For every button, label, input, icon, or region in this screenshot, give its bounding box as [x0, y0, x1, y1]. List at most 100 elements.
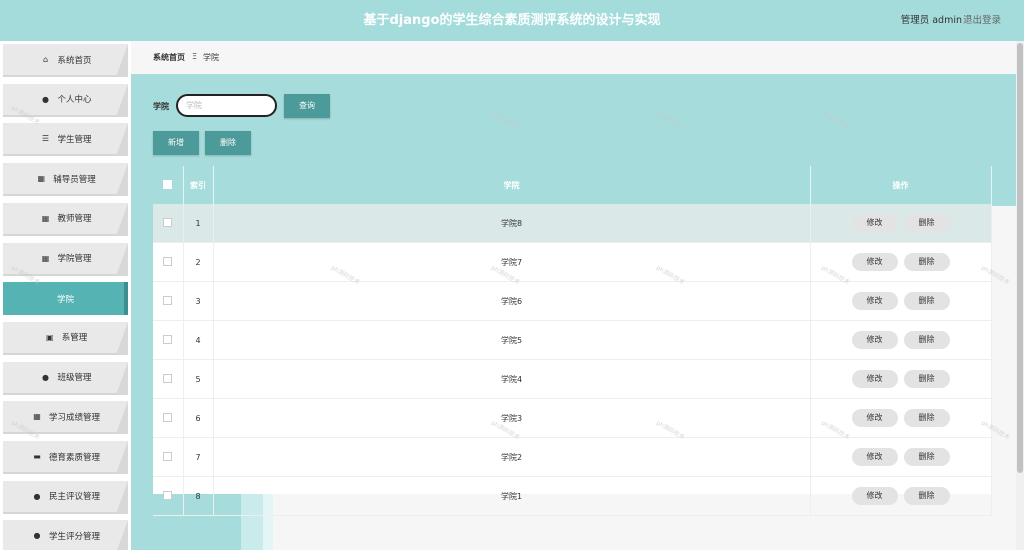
sidebar-item[interactable]: ▦ 辅导员管理 [3, 163, 128, 197]
row-select-cell[interactable] [153, 204, 184, 243]
sidebar-item[interactable]: ▬ 德育素质管理 [3, 441, 128, 474]
table-row[interactable]: 4 学院5 修改 删除 [153, 320, 992, 360]
sliders-icon: ☰ [41, 134, 50, 144]
row-actions: 修改 删除 [810, 359, 992, 399]
breadcrumb-home[interactable]: 系统首页 [153, 52, 185, 63]
search-button[interactable]: 查询 [284, 94, 330, 118]
row-delete-button[interactable]: 删除 [903, 331, 950, 349]
row-actions: 修改 删除 [810, 476, 992, 516]
row-index: 5 [183, 359, 214, 399]
row-select-cell[interactable] [153, 320, 184, 360]
row-select-cell[interactable] [153, 437, 184, 477]
edit-button[interactable]: 修改 [851, 487, 898, 505]
table-row[interactable]: 1 学院8 修改 删除 [153, 204, 992, 243]
page-scrollbar[interactable] [1016, 41, 1024, 550]
grid-icon: ▦ [33, 412, 41, 422]
select-all-cell[interactable] [153, 166, 184, 204]
sidebar-item-label: 民主评议管理 [48, 492, 100, 503]
sidebar: ⌂ 系统首页 ● 个人中心 ☰ 学生管理 ▦ 辅导员管理 ▦ 教师管理 ▦ 学院管理 学院 ▣ 系管理 ● 班级… [0, 41, 132, 550]
column-header-index: 索引 [183, 166, 214, 204]
sidebar-item[interactable]: ● 民主评议管理 [3, 480, 128, 514]
delete-button[interactable]: 删除 [205, 131, 251, 155]
sidebar-item[interactable]: ● 学生评分管理 [3, 520, 128, 550]
grid-icon: ▦ [41, 253, 50, 263]
row-checkbox[interactable] [163, 256, 173, 266]
row-select-cell[interactable] [153, 476, 184, 516]
sidebar-item[interactable]: ● 班级管理 [3, 361, 128, 395]
sidebar-item[interactable]: ▣ 系管理 [3, 321, 128, 355]
row-delete-button[interactable]: 删除 [903, 370, 950, 388]
table-row[interactable]: 8 学院1 修改 删除 [153, 476, 992, 516]
row-delete-button[interactable]: 删除 [903, 214, 950, 232]
row-checkbox[interactable] [163, 217, 173, 227]
sidebar-item[interactable]: 学院 [3, 282, 128, 316]
edit-button[interactable]: 修改 [851, 331, 898, 349]
row-actions: 修改 删除 [810, 281, 992, 321]
clipboard-icon: ▣ [45, 332, 54, 342]
select-all-checkbox[interactable] [163, 179, 173, 189]
sidebar-item-label: 系统首页 [57, 55, 92, 66]
edit-button[interactable]: 修改 [851, 253, 898, 271]
search-input[interactable] [176, 94, 277, 117]
row-select-cell[interactable] [153, 398, 184, 438]
add-button[interactable]: 新增 [153, 131, 199, 155]
row-delete-button[interactable]: 删除 [903, 253, 950, 271]
row-college-name: 学院8 [213, 204, 811, 243]
row-checkbox[interactable] [163, 334, 173, 344]
row-index: 3 [183, 281, 214, 321]
row-checkbox[interactable] [163, 451, 173, 461]
grid-icon: ▦ [41, 213, 50, 223]
pin-icon: ● [41, 372, 49, 382]
sidebar-item[interactable]: ▦ 教师管理 [3, 202, 128, 236]
table-row[interactable]: 6 学院3 修改 删除 [153, 398, 992, 438]
breadcrumb: 系统首页 Ξ 学院 [131, 41, 1016, 74]
row-delete-button[interactable]: 删除 [903, 409, 950, 427]
row-delete-button[interactable]: 删除 [903, 487, 950, 505]
sidebar-item-label: 教师管理 [57, 214, 92, 225]
row-college-name: 学院4 [213, 359, 811, 399]
row-delete-button[interactable]: 删除 [903, 448, 950, 466]
edit-button[interactable]: 修改 [851, 409, 898, 427]
sidebar-item-label: 系管理 [61, 333, 88, 344]
row-select-cell[interactable] [153, 242, 184, 282]
app-title: 基于django的学生综合素质测评系统的设计与实现 [363, 13, 661, 28]
row-checkbox[interactable] [163, 412, 173, 422]
row-actions: 修改 删除 [810, 320, 992, 360]
table-row[interactable]: 2 学院7 修改 删除 [153, 242, 992, 282]
row-college-name: 学院7 [213, 242, 811, 282]
home-icon: ⌂ [42, 55, 49, 64]
sidebar-item[interactable]: ▦ 学习成绩管理 [3, 401, 128, 435]
row-select-cell[interactable] [153, 359, 184, 399]
sidebar-item-label: 德育素质管理 [48, 452, 100, 463]
row-delete-button[interactable]: 删除 [903, 292, 950, 310]
sidebar-item-label: 学生评分管理 [48, 531, 100, 542]
sidebar-item[interactable]: ⌂ 系统首页 [3, 44, 128, 77]
scrollbar-thumb[interactable] [1017, 43, 1023, 473]
edit-button[interactable]: 修改 [851, 370, 898, 388]
table-header-row: 索引 学院 操作 [153, 166, 992, 204]
sidebar-item-label: 辅导员管理 [53, 174, 96, 185]
sidebar-item-label: 学生管理 [57, 134, 92, 145]
sidebar-item[interactable]: ▦ 学院管理 [3, 242, 128, 276]
edit-button[interactable]: 修改 [851, 292, 898, 310]
row-checkbox[interactable] [163, 295, 173, 305]
edit-button[interactable]: 修改 [851, 448, 898, 466]
table-row[interactable]: 7 学院2 修改 删除 [153, 437, 992, 477]
table-row[interactable]: 3 学院6 修改 删除 [153, 281, 992, 321]
logout-link[interactable]: 退出登录 [963, 0, 1001, 41]
row-checkbox[interactable] [163, 490, 173, 500]
top-header: 基于django的学生综合素质测评系统的设计与实现 管理员 admin 退出登录 [0, 0, 1024, 41]
column-header-college[interactable]: 学院 [213, 166, 811, 204]
edit-button[interactable]: 修改 [851, 214, 898, 232]
sidebar-item-label: 学院 [56, 294, 74, 305]
row-select-cell[interactable] [153, 281, 184, 321]
sidebar-item-label: 学习成绩管理 [48, 412, 100, 423]
user-name: 管理员 admin [900, 15, 962, 26]
table-row[interactable]: 5 学院4 修改 删除 [153, 359, 992, 399]
row-checkbox[interactable] [163, 373, 173, 383]
sidebar-item[interactable]: ☰ 学生管理 [3, 123, 128, 157]
row-index: 8 [183, 476, 214, 516]
sidebar-item[interactable]: ● 个人中心 [3, 83, 128, 117]
sidebar-item-label: 学院管理 [57, 254, 92, 264]
row-index: 2 [183, 242, 214, 282]
